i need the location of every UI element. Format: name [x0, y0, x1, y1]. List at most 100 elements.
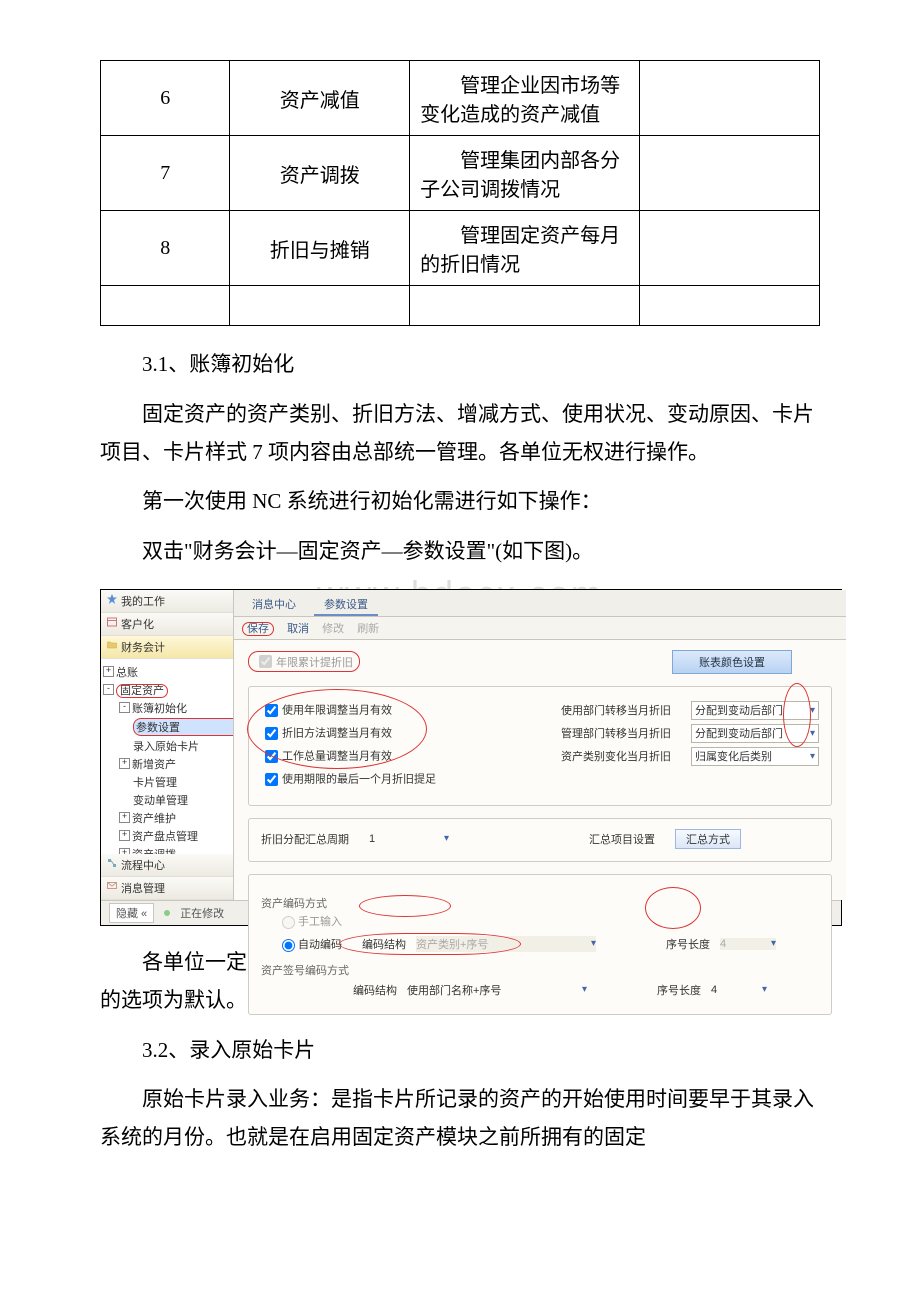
expand-icon[interactable]: + [103, 666, 114, 677]
status-dot-icon [164, 910, 170, 916]
chevron-down-icon: ▾ [810, 751, 815, 762]
star-icon [106, 593, 118, 605]
caiwu-panel-selected[interactable]: 财务会计 [101, 636, 233, 659]
xiaoxi-label: 消息管理 [121, 883, 165, 895]
cancel-button[interactable]: 取消 [287, 623, 309, 635]
expand-icon[interactable]: + [119, 812, 130, 823]
expand-icon[interactable]: + [119, 758, 130, 769]
check-method[interactable]: 折旧方法调整当月有效 [261, 724, 521, 743]
row-desc: 管理集团内部各分子公司调拨情况 [410, 136, 640, 211]
check-lastmonth[interactable]: 使用期限的最后一个月折旧提足 [261, 770, 521, 789]
lab-mgmtdept: 管理部门转移当月折旧 [561, 725, 691, 741]
table-row: 8 折旧与摊销 管理固定资产每月的折旧情况 [101, 211, 820, 286]
edit-button: 修改 [322, 623, 344, 635]
save-button[interactable]: 保存 [242, 622, 274, 636]
lab-zhejiu: 折旧分配汇总周期 [261, 831, 349, 847]
left-pane: 我的工作 客户化 财务会计 +总账 -固定资产 -账簿初始化 参数设置 录入原始… [101, 590, 234, 900]
tree-gdzc[interactable]: 固定资产 [116, 684, 168, 698]
para: 双击"财务会计—固定资产—参数设置"(如下图)。 [100, 533, 820, 571]
select-bmstruct2[interactable]: 使用部门名称+序号▾ [407, 982, 587, 998]
caiwu-label: 财务会计 [121, 642, 165, 654]
lab-category: 资产类别变化当月折旧 [561, 748, 691, 764]
kehu-panel[interactable]: 客户化 [101, 613, 233, 636]
yearly-check: 年限累计提折旧 [248, 651, 360, 672]
table-row: 7 资产调拨 管理集团内部各分子公司调拨情况 [101, 136, 820, 211]
table-row-empty [101, 286, 820, 326]
check-uselife[interactable]: 使用年限调整当月有效 [261, 701, 521, 720]
radio-auto[interactable]: 自动编码 [277, 936, 342, 952]
status-text: 正在修改 [180, 905, 224, 921]
lab-xhlen: 序号长度 [666, 936, 710, 952]
liucheng-label: 流程中心 [121, 860, 165, 872]
lab-usedept: 使用部门转移当月折旧 [561, 702, 691, 718]
radio-manual[interactable]: 手工输入 [277, 913, 342, 929]
xiaoxi-panel[interactable]: 消息管理 [101, 877, 233, 900]
lab-xhlen2: 序号长度 [657, 982, 701, 998]
tree-item[interactable]: 资产盘点管理 [132, 831, 198, 843]
chevron-down-icon: ▾ [762, 984, 767, 995]
kehu-label: 客户化 [121, 619, 154, 631]
liucheng-panel[interactable]: 流程中心 [101, 854, 233, 877]
row-num: 8 [101, 211, 230, 286]
section-title-32: 3.2、录入原始卡片 [100, 1032, 820, 1070]
lab-huizong: 汇总项目设置 [589, 831, 655, 847]
chevron-down-icon: ▾ [444, 833, 449, 844]
sec2-label: 资产签号编码方式 [261, 962, 819, 978]
row-num: 7 [101, 136, 230, 211]
lab-bmstruct2: 编码结构 [353, 982, 397, 998]
select-xhlen: 4▾ [720, 938, 776, 950]
select-category[interactable]: 归属变化后类别▾ [691, 747, 819, 766]
row-name: 资产减值 [230, 61, 410, 136]
chevron-down-icon: ▾ [810, 705, 815, 716]
tree-item-param[interactable]: 参数设置 [133, 718, 233, 736]
para: 原始卡片录入业务：是指卡片所记录的资产的开始使用时间要早于其录入系统的月份。也就… [100, 1081, 820, 1157]
tab-param[interactable]: 参数设置 [314, 594, 378, 616]
sec1-label: 资产编码方式 [261, 895, 819, 911]
tree-item[interactable]: 资产维护 [132, 813, 176, 825]
chevron-down-icon: ▾ [591, 938, 596, 949]
mywork-panel[interactable]: 我的工作 [101, 590, 233, 613]
main-pane: 消息中心 参数设置 保存 取消 修改 刷新 年限累计提折旧 账表颜色设 [234, 590, 846, 900]
select-xhlen2[interactable]: 4▾ [711, 984, 767, 996]
folder-icon [106, 639, 118, 651]
tree-item[interactable]: 新增资产 [132, 759, 176, 771]
calendar-icon [106, 616, 118, 628]
tree-zongzhang[interactable]: 总账 [116, 667, 138, 679]
row-desc: 管理固定资产每月的折旧情况 [410, 211, 640, 286]
lab-bmstruct: 编码结构 [362, 936, 406, 952]
collapse-icon[interactable]: - [103, 684, 114, 695]
check-workload[interactable]: 工作总量调整当月有效 [261, 747, 521, 766]
tree-item[interactable]: 账簿初始化 [132, 703, 187, 715]
mywork-label: 我的工作 [121, 596, 165, 608]
row-desc: 管理企业因市场等变化造成的资产减值 [410, 61, 640, 136]
app-screenshot: 我的工作 客户化 财务会计 +总账 -固定资产 -账簿初始化 参数设置 录入原始… [100, 589, 842, 926]
color-settings-button[interactable]: 账表颜色设置 [672, 650, 792, 674]
tree-item[interactable]: 录入原始卡片 [133, 741, 199, 753]
select-usedept[interactable]: 分配到变动后部门▾ [691, 701, 819, 720]
flow-icon [106, 857, 118, 869]
row-name: 资产调拨 [230, 136, 410, 211]
huizong-button[interactable]: 汇总方式 [675, 829, 741, 849]
checkbox-icon [259, 655, 272, 668]
row-name: 折旧与摊销 [230, 211, 410, 286]
para: 固定资产的资产类别、折旧方法、增减方式、使用状况、变动原因、卡片项目、卡片样式 … [100, 396, 820, 472]
para: 第一次使用 NC 系统进行初始化需进行如下操作： [100, 483, 820, 521]
nav-tree: +总账 -固定资产 -账簿初始化 参数设置 录入原始卡片 +新增资产 卡片管理 … [101, 659, 233, 854]
expand-icon[interactable]: + [119, 830, 130, 841]
select-mgmtdept[interactable]: 分配到变动后部门▾ [691, 724, 819, 743]
hide-button[interactable]: 隐藏 « [109, 903, 154, 923]
tree-item[interactable]: 变动单管理 [133, 795, 188, 807]
row-num: 6 [101, 61, 230, 136]
refresh-button: 刷新 [357, 623, 379, 635]
tree-item[interactable]: 卡片管理 [133, 777, 177, 789]
chevron-down-icon: ▾ [810, 728, 815, 739]
section-title-31: 3.1、账簿初始化 [100, 346, 820, 384]
select-zhejiu[interactable]: 1▾ [369, 833, 449, 845]
table-row: 6 资产减值 管理企业因市场等变化造成的资产减值 [101, 61, 820, 136]
chevron-down-icon: ▾ [771, 938, 776, 949]
collapse-icon[interactable]: - [119, 702, 130, 713]
select-bmstruct: 资产类别+序号▾ [416, 936, 596, 952]
message-icon [106, 880, 118, 892]
chevron-down-icon: ▾ [582, 984, 587, 995]
tab-msg[interactable]: 消息中心 [242, 594, 306, 616]
